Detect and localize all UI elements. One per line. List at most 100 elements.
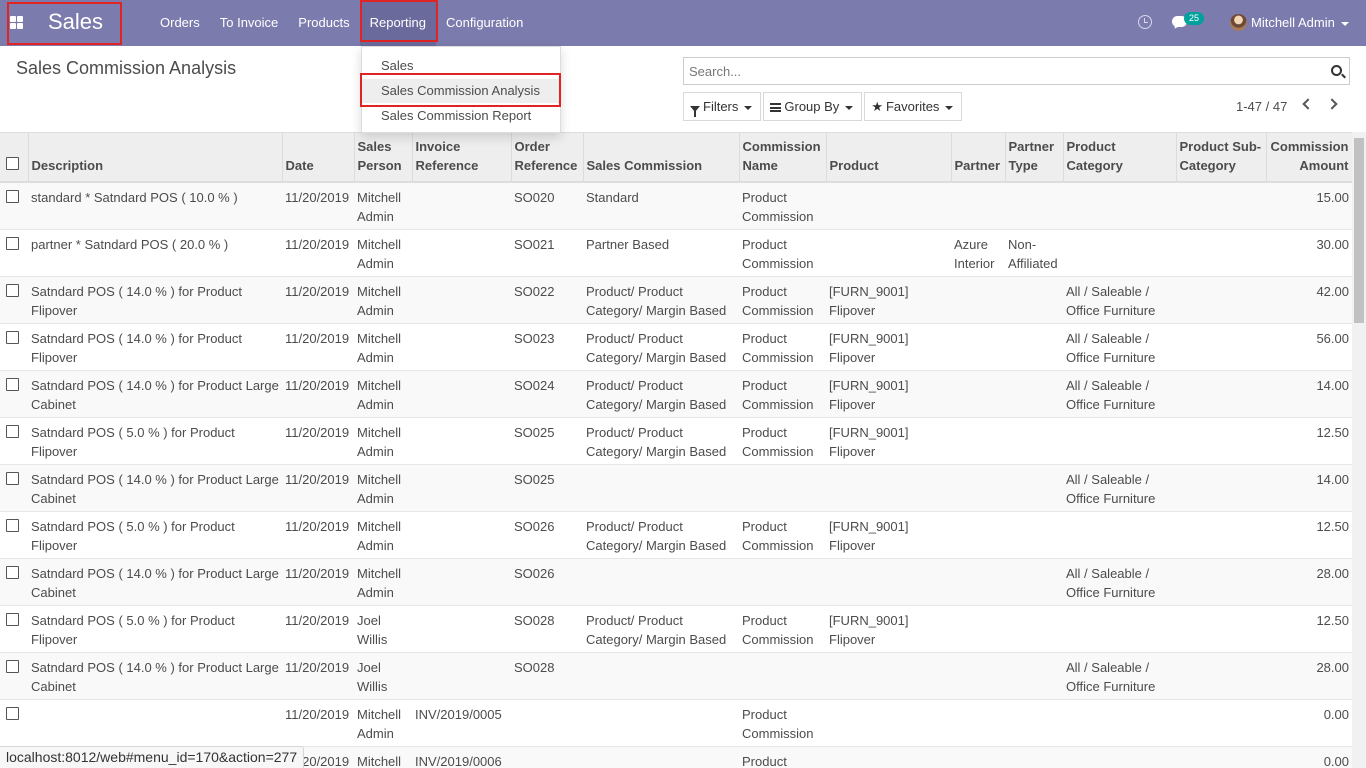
scrollbar-thumb[interactable] bbox=[1354, 138, 1364, 323]
table-row[interactable]: Satndard POS ( 5.0 % ) for Product Flipo… bbox=[0, 511, 1352, 559]
table-cell: SO028 bbox=[511, 652, 583, 700]
row-checkbox[interactable] bbox=[6, 378, 19, 391]
column-header[interactable]: Date bbox=[282, 133, 355, 183]
menu-orders[interactable]: Orders bbox=[150, 0, 210, 46]
table-cell bbox=[1063, 605, 1176, 653]
table-cell: All / Saleable / Office Furniture bbox=[1063, 558, 1176, 606]
table-cell: INV/2019/0006 bbox=[412, 746, 511, 768]
dropdown-item-sales-commission-report[interactable]: Sales Commission Report bbox=[362, 104, 560, 128]
row-select-cell bbox=[0, 652, 28, 700]
table-cell: Satndard POS ( 5.0 % ) for Product Flipo… bbox=[28, 605, 282, 653]
annotation-box-analysis bbox=[360, 73, 561, 107]
table-row[interactable]: Satndard POS ( 14.0 % ) for Product Flip… bbox=[0, 323, 1352, 371]
select-all-cell bbox=[0, 133, 29, 183]
table-row[interactable]: partner * Satndard POS ( 20.0 % ) 11/20/2… bbox=[0, 229, 1352, 277]
row-checkbox[interactable] bbox=[6, 660, 19, 673]
menu-products[interactable]: Products bbox=[288, 0, 359, 46]
table-cell: 11/20/2019 bbox=[282, 323, 354, 371]
row-select-cell bbox=[0, 370, 28, 418]
table-row[interactable]: Satndard POS ( 14.0 % ) for Product Larg… bbox=[0, 464, 1352, 512]
user-name: Mitchell Admin bbox=[1251, 15, 1335, 30]
bars-icon bbox=[770, 103, 782, 112]
table-row[interactable]: Satndard POS ( 14.0 % ) for Product Flip… bbox=[0, 276, 1352, 324]
row-select-cell bbox=[0, 464, 28, 512]
table-row[interactable]: Satndard POS ( 5.0 % ) for Product Flipo… bbox=[0, 417, 1352, 465]
column-header[interactable]: Product Sub-Category bbox=[1176, 133, 1267, 183]
menu-configuration[interactable]: Configuration bbox=[436, 0, 533, 46]
pager-value[interactable]: 1-47 / 47 bbox=[1236, 99, 1287, 114]
table-cell bbox=[28, 699, 282, 747]
row-checkbox[interactable] bbox=[6, 566, 19, 579]
table-row[interactable]: Satndard POS ( 5.0 % ) for Product Flipo… bbox=[0, 605, 1352, 653]
group-by-label: Group By bbox=[784, 99, 840, 114]
table-cell: Mitchell Admin bbox=[354, 182, 412, 230]
search-icon[interactable] bbox=[1331, 65, 1342, 76]
table-cell: SO023 bbox=[511, 323, 583, 371]
row-checkbox[interactable] bbox=[6, 331, 19, 344]
column-header[interactable]: Product bbox=[826, 133, 952, 183]
table-cell: [FURN_9001] Flipover bbox=[826, 370, 951, 418]
column-header[interactable]: Product Category bbox=[1063, 133, 1177, 183]
select-all-checkbox[interactable] bbox=[6, 157, 19, 170]
table-cell bbox=[583, 652, 739, 700]
table-cell bbox=[739, 464, 826, 512]
table-cell: Mitchell Admin bbox=[354, 276, 412, 324]
table-cell bbox=[739, 652, 826, 700]
search-options: Filters Group By ★ Favorites bbox=[683, 92, 964, 121]
table-cell bbox=[412, 652, 511, 700]
group-by-button[interactable]: Group By bbox=[763, 92, 863, 121]
column-header[interactable]: Commission Name bbox=[739, 133, 827, 183]
column-header[interactable]: Commission Amount bbox=[1266, 133, 1352, 183]
column-header[interactable]: Sales Commission bbox=[583, 133, 740, 183]
row-checkbox[interactable] bbox=[6, 707, 19, 720]
table-cell: All / Saleable / Office Furniture bbox=[1063, 652, 1176, 700]
table-cell bbox=[511, 699, 583, 747]
column-header[interactable]: Description bbox=[28, 133, 283, 183]
row-checkbox[interactable] bbox=[6, 519, 19, 532]
table-row[interactable]: Satndard POS ( 14.0 % ) for Product Larg… bbox=[0, 652, 1352, 700]
favorites-button[interactable]: ★ Favorites bbox=[864, 92, 963, 121]
scrollbar[interactable] bbox=[1352, 132, 1366, 768]
favorites-label: Favorites bbox=[885, 99, 940, 114]
row-checkbox[interactable] bbox=[6, 190, 19, 203]
user-menu[interactable]: Mitchell Admin bbox=[1251, 15, 1349, 30]
row-select-cell bbox=[0, 511, 28, 559]
search-input[interactable] bbox=[684, 58, 1304, 84]
column-header[interactable]: Sales Person bbox=[354, 133, 413, 183]
row-checkbox[interactable] bbox=[6, 425, 19, 438]
row-checkbox[interactable] bbox=[6, 237, 19, 250]
table-cell bbox=[1005, 699, 1063, 747]
clock-icon[interactable] bbox=[1138, 15, 1152, 29]
column-header[interactable]: Partner bbox=[951, 133, 1006, 183]
table-cell: 56.00 bbox=[1266, 323, 1352, 371]
table-cell bbox=[412, 417, 511, 465]
column-header[interactable]: Partner Type bbox=[1005, 133, 1064, 183]
chevron-left-icon[interactable] bbox=[1302, 98, 1314, 110]
table-row[interactable]: standard * Satndard POS ( 10.0 % ) 11/20/… bbox=[0, 182, 1352, 230]
row-checkbox[interactable] bbox=[6, 284, 19, 297]
filters-button[interactable]: Filters bbox=[683, 92, 762, 121]
avatar[interactable] bbox=[1230, 14, 1247, 31]
table-cell: Partner Based bbox=[583, 229, 739, 277]
column-header[interactable]: Order Reference bbox=[511, 133, 584, 183]
chevron-right-icon[interactable] bbox=[1326, 98, 1338, 110]
table-cell: 0.00 bbox=[1266, 746, 1352, 768]
table-cell: Standard bbox=[583, 182, 739, 230]
table-cell: Satndard POS ( 14.0 % ) for Product Larg… bbox=[28, 558, 282, 606]
table-row[interactable]: Satndard POS ( 14.0 % ) for Product Larg… bbox=[0, 558, 1352, 606]
table-cell bbox=[412, 323, 511, 371]
row-checkbox[interactable] bbox=[6, 472, 19, 485]
table-cell bbox=[1005, 182, 1063, 230]
table-cell: Product Commission bbox=[739, 182, 826, 230]
table-cell bbox=[1176, 699, 1266, 747]
table-cell: 11/20/2019 bbox=[282, 182, 354, 230]
table-cell: 11/20/2019 bbox=[282, 699, 354, 747]
menu-to-invoice[interactable]: To Invoice bbox=[210, 0, 289, 46]
table-row[interactable]: Satndard POS ( 14.0 % ) for Product Larg… bbox=[0, 370, 1352, 418]
table-cell bbox=[511, 746, 583, 768]
row-checkbox[interactable] bbox=[6, 613, 19, 626]
table-row[interactable]: 11/20/2019 Mitchell Admin INV/2019/0005 Pro… bbox=[0, 699, 1352, 747]
column-header[interactable]: Invoice Reference bbox=[412, 133, 512, 183]
table-cell bbox=[826, 746, 951, 768]
caret-down-icon bbox=[845, 105, 854, 110]
